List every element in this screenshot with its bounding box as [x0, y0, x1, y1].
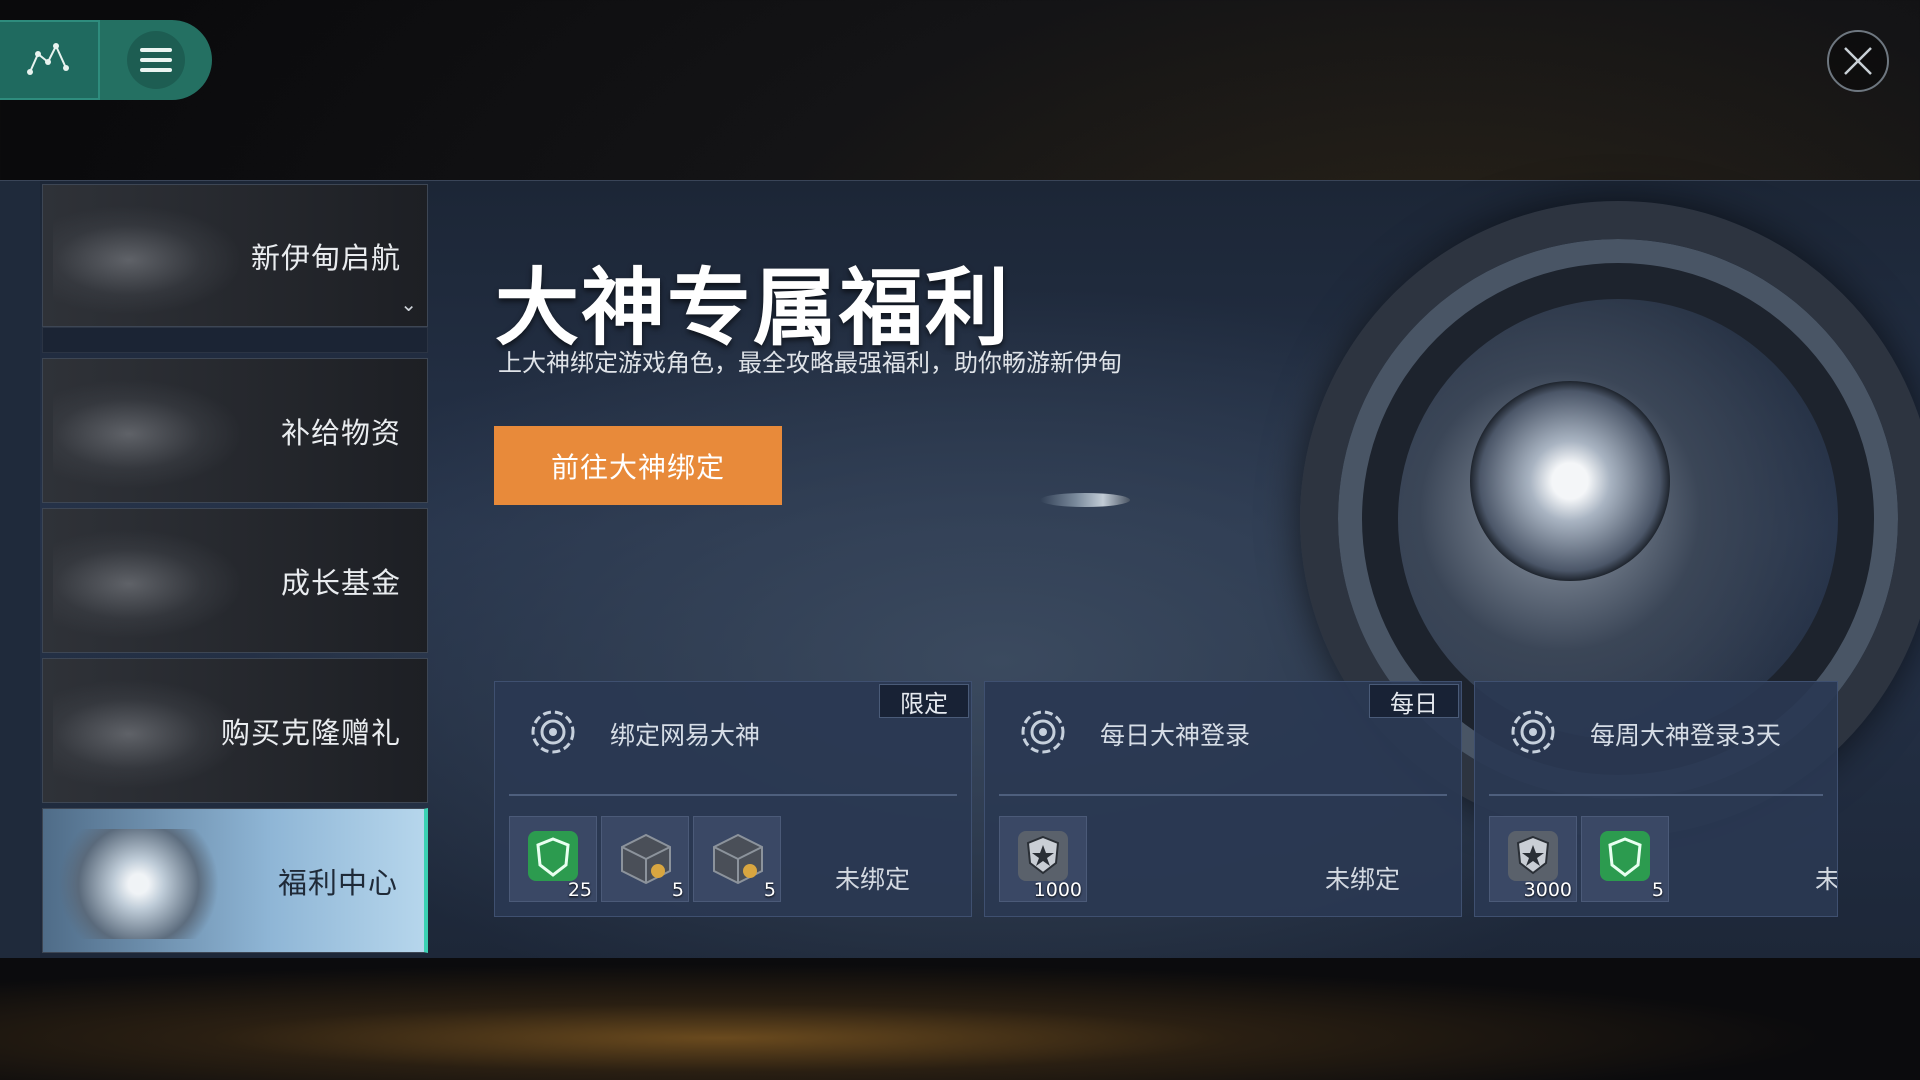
- sidebar-item-label: 新伊甸启航: [250, 240, 401, 275]
- sidebar-item-label: 成长基金: [280, 565, 401, 600]
- sidebar-item-supplies[interactable]: 补给物资: [42, 358, 428, 503]
- close-button[interactable]: [1827, 30, 1889, 92]
- main-menu-button[interactable]: [100, 20, 212, 100]
- reward-item[interactable]: 5: [693, 816, 781, 902]
- card-tag: 每日: [1369, 684, 1459, 718]
- reward-count: 3000: [1523, 879, 1572, 901]
- sidebar-item-welfare-center[interactable]: 福利中心: [42, 808, 428, 953]
- card-divider: [999, 794, 1447, 796]
- card-divider: [1489, 794, 1823, 796]
- gear-target-icon: [531, 710, 575, 754]
- crate-icon: [713, 833, 763, 885]
- star-map-icon: [27, 43, 69, 75]
- card-title: 每周大神登录3天: [1590, 721, 1781, 750]
- reward-count: 5: [1651, 879, 1664, 901]
- star-badge-icon: [1018, 831, 1068, 881]
- sidebar-item-clone-gift[interactable]: 购买克隆赠礼: [42, 658, 428, 803]
- left-edge-strip: [0, 181, 40, 959]
- card-tag: 限定: [879, 684, 969, 718]
- item-art: [53, 529, 243, 639]
- hamburger-menu-icon: [127, 31, 185, 89]
- reward-count: 5: [763, 879, 776, 901]
- gear-target-icon: [1021, 710, 1065, 754]
- item-art: [53, 679, 243, 789]
- sidebar-item-label: 补给物资: [280, 415, 401, 450]
- crate-icon: [621, 833, 671, 885]
- reward-count: 1000: [1033, 879, 1082, 901]
- sidebar-item-label: 购买克隆赠礼: [220, 715, 401, 750]
- green-shield-icon: [1600, 831, 1650, 881]
- page-subtitle: 上大神绑定游戏角色，最全攻略最强福利，助你畅游新伊甸: [498, 349, 1122, 377]
- sidebar-menu: 新伊甸启航 ⌄ 补给物资 成长基金 购买克隆赠礼 福利中心: [42, 184, 428, 958]
- bind-dashen-button[interactable]: 前往大神绑定: [494, 426, 782, 505]
- reward-count: 5: [671, 879, 684, 901]
- reward-count: 25: [567, 879, 592, 901]
- star-badge-icon: [1508, 831, 1558, 881]
- reward-item[interactable]: 1000: [999, 816, 1087, 902]
- card-status: 未绑定: [1325, 865, 1401, 894]
- reward-item[interactable]: 25: [509, 816, 597, 902]
- chevron-down-icon: ⌄: [400, 292, 417, 316]
- ship-art: [1040, 493, 1130, 507]
- station-core-art: [1470, 381, 1670, 581]
- sidebar-item-growth-fund[interactable]: 成长基金: [42, 508, 428, 653]
- background-scene: [0, 958, 1920, 1080]
- reward-item[interactable]: 5: [601, 816, 689, 902]
- card-title: 每日大神登录: [1100, 721, 1251, 750]
- card-divider: [509, 794, 957, 796]
- reward-card-weekly: 每周大神登录3天 3000 5 未: [1474, 681, 1838, 917]
- close-icon: [1844, 47, 1872, 75]
- reward-card-daily: 每日大神登录 每日 1000 未绑定: [984, 681, 1462, 917]
- top-hud: [0, 20, 212, 100]
- sidebar-submenu-gap: [42, 327, 428, 353]
- card-status: 未: [1815, 865, 1838, 894]
- item-art: [53, 205, 243, 315]
- reward-item[interactable]: 5: [1581, 816, 1669, 902]
- reward-item[interactable]: 3000: [1489, 816, 1577, 902]
- card-status: 未绑定: [835, 865, 911, 894]
- sidebar-item-new-eden-launch[interactable]: 新伊甸启航 ⌄: [42, 184, 428, 327]
- item-art: [53, 829, 243, 939]
- reward-card-bind: 绑定网易大神 限定 25 5 5 未绑定: [494, 681, 972, 917]
- gear-target-icon: [1511, 710, 1555, 754]
- welfare-panel: 新伊甸启航 ⌄ 补给物资 成长基金 购买克隆赠礼 福利中心 大神专属福利 上大神…: [0, 180, 1920, 960]
- sidebar-item-label: 福利中心: [277, 865, 398, 900]
- card-title: 绑定网易大神: [610, 721, 761, 750]
- green-shield-icon: [528, 831, 578, 881]
- item-art: [53, 379, 243, 489]
- star-map-button[interactable]: [0, 20, 100, 100]
